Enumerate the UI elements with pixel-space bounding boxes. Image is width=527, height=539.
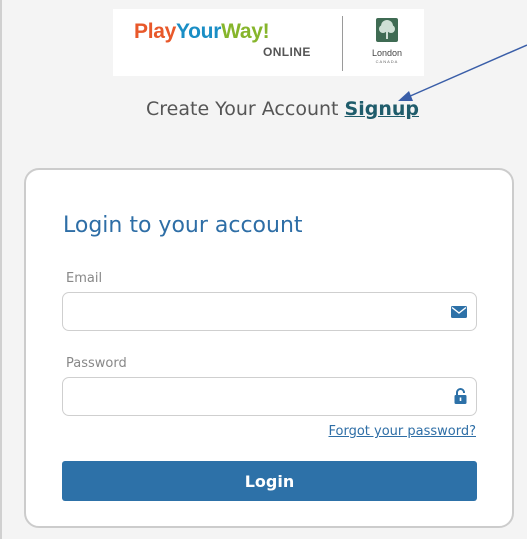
- login-card: Login to your account Email Password For…: [24, 168, 514, 528]
- email-input[interactable]: [63, 293, 453, 330]
- password-label: Password: [66, 356, 127, 371]
- lock-icon: [454, 388, 467, 409]
- email-field-wrapper: [62, 292, 477, 331]
- forgot-password-link[interactable]: Forgot your password?: [328, 424, 476, 439]
- login-button[interactable]: Login: [62, 461, 477, 501]
- password-field-wrapper: [62, 377, 477, 416]
- email-label: Email: [66, 271, 103, 286]
- envelope-icon: [451, 305, 467, 323]
- password-input[interactable]: [63, 378, 453, 415]
- login-title: Login to your account: [63, 213, 303, 238]
